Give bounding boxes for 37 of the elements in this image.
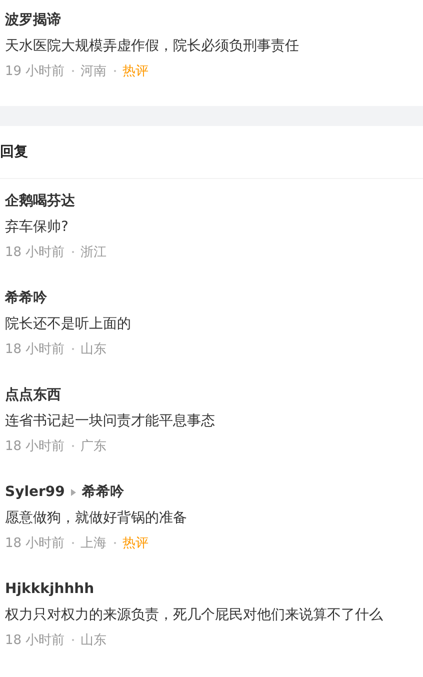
author-name[interactable]: Syler99 (5, 484, 65, 500)
separator-dot (72, 639, 74, 641)
comment-text: 天水医院大规模弄虚作假，院长必须负刑事责任 (5, 37, 299, 56)
author-name[interactable]: 波罗揭谛 (5, 11, 61, 29)
hot-tag: 热评 (122, 62, 149, 80)
hot-tag: 热评 (122, 534, 149, 552)
separator-dot (72, 542, 74, 544)
location-text: 广东 (80, 438, 107, 455)
comment-text: 院长还不是听上面的 (5, 315, 131, 334)
comment-text: 愿意做狗，就做好背锅的准备 (5, 509, 187, 528)
location-text: 上海 (80, 535, 107, 552)
comment-text: 连省书记起一块问责才能平息事态 (5, 412, 215, 431)
location-text: 浙江 (80, 244, 107, 261)
separator-dot (114, 70, 116, 72)
separator-dot (72, 251, 74, 253)
author-name[interactable]: 希希吟 (5, 289, 47, 307)
replies-title: 回复 (0, 143, 28, 161)
author-name[interactable]: 希希吟 (82, 483, 124, 501)
time-text: 19 小时前 (5, 63, 65, 80)
location-text: 河南 (80, 63, 107, 80)
location-text: 山东 (80, 632, 107, 649)
author-name[interactable]: 企鹅喝芬达 (5, 192, 75, 210)
separator-dot (72, 348, 74, 350)
location-text: 山东 (80, 341, 107, 358)
separator-dot (72, 70, 74, 72)
time-text: 18 小时前 (5, 244, 65, 261)
separator-dot (72, 445, 74, 447)
time-text: 18 小时前 (5, 438, 65, 455)
comment-text: 弃车保帅? (5, 218, 68, 237)
author-name[interactable]: 点点东西 (5, 386, 61, 404)
comment-text: 权力只对权力的来源负责，死几个屁民对他们来说算不了什么 (5, 606, 383, 625)
caret-icon (70, 488, 76, 496)
time-text: 18 小时前 (5, 341, 65, 358)
separator-dot (114, 542, 116, 544)
author-name[interactable]: Hjkkkjhhhh (5, 581, 94, 597)
time-text: 18 小时前 (5, 535, 65, 552)
time-text: 18 小时前 (5, 632, 65, 649)
